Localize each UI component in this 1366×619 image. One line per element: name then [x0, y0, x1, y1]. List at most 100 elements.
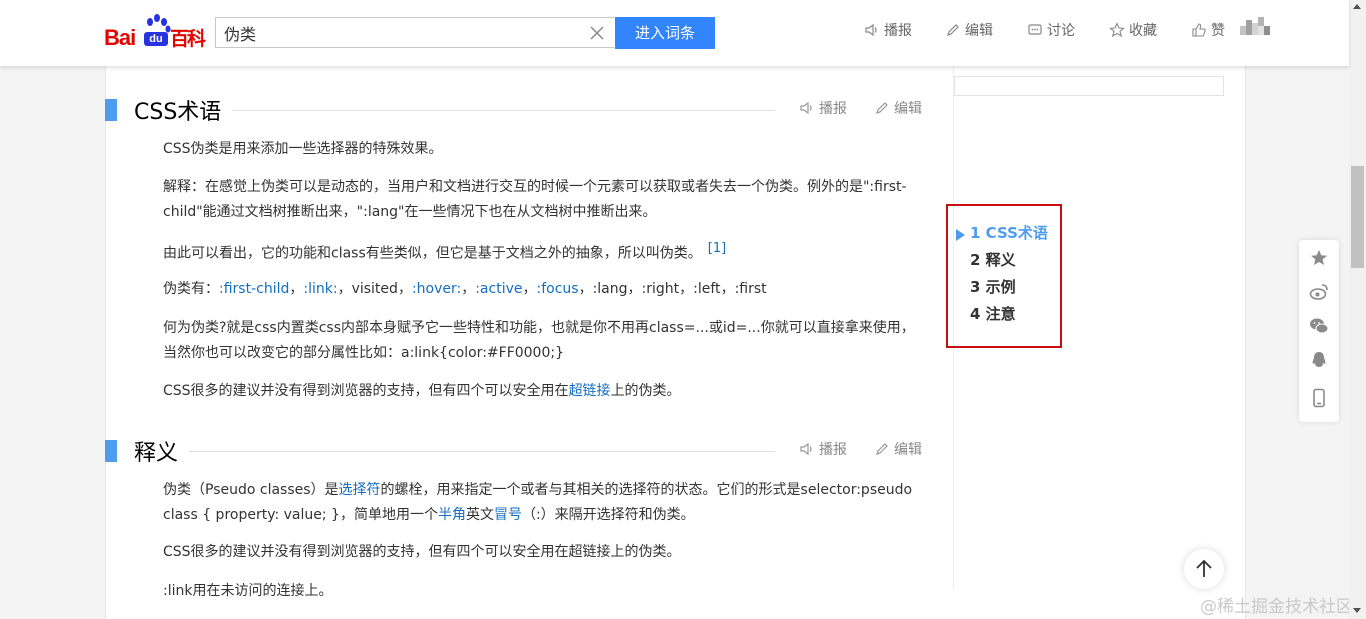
paragraph-text: :link用在未访问的连接上。 — [163, 583, 333, 599]
paragraph: CSS伪类是用来添加一些选择器的特殊效果。 — [135, 137, 925, 162]
paragraph: CSS很多的建议并没有得到浏览器的支持，但有四个可以安全用在超链接上的伪类。 — [135, 379, 925, 404]
paragraph-text: CSS很多的建议并没有得到浏览器的支持，但有四个可以安全用在超链接上的伪类。 — [163, 544, 681, 560]
pseudo-text: visited — [351, 281, 398, 297]
top-bar: Bai du 百科 进入词条 播报 编辑 讨论 收藏 赞 — [0, 0, 1349, 66]
heading-accent-bar — [105, 99, 117, 121]
section-broadcast-button[interactable]: 播报 — [799, 439, 847, 459]
section-heading-css-term: CSS术语 播报 编辑 — [105, 97, 925, 125]
toc-item-example[interactable]: 3 示例 — [970, 276, 1016, 297]
discuss-tool[interactable]: 讨论 — [1027, 19, 1075, 41]
hyperlink-link[interactable]: 超链接 — [569, 383, 611, 399]
wechat-icon[interactable] — [1309, 316, 1329, 336]
pseudo-link[interactable]: :link: — [303, 281, 337, 297]
paragraph-text: 由此可以看出，它的功能和class有些类似，但它是基于文档之外的抽象，所以叫伪类… — [163, 245, 702, 262]
section-broadcast-label: 播报 — [819, 442, 847, 458]
like-label: 赞 — [1211, 23, 1225, 39]
section-title: CSS术语 — [134, 100, 222, 125]
paragraph-text: 英文 — [465, 507, 494, 523]
broadcast-tool[interactable]: 播报 — [864, 19, 912, 41]
favorite-tool[interactable]: 收藏 — [1109, 19, 1157, 41]
selector-link[interactable]: 选择符 — [339, 482, 381, 498]
enter-entry-button[interactable]: 进入词条 — [615, 17, 715, 49]
edit-tool[interactable]: 编辑 — [945, 19, 993, 41]
paragraph: 伪类（Pseudo classes）是选择符的螺栓，用来指定一个或者与其相关的选… — [135, 478, 925, 528]
speaker-icon — [865, 23, 877, 37]
chat-icon — [1028, 24, 1042, 35]
paragraph: 由此可以看出，它的功能和class有些类似，但它是基于文档之外的抽象，所以叫伪类… — [135, 236, 925, 267]
paragraph: :link用在未访问的连接上。 — [135, 579, 925, 604]
discuss-label: 讨论 — [1047, 23, 1075, 39]
clear-icon[interactable] — [588, 24, 606, 42]
paragraph-text: CSS很多的建议并没有得到浏览器的支持，但有四个可以安全用在 — [163, 383, 569, 399]
pencil-icon — [876, 102, 888, 114]
paragraph: 伪类有：:first-child，:link:，visited，:hover:，… — [163, 281, 767, 297]
reference-link[interactable]: [1] — [708, 241, 726, 256]
heading-divider — [232, 110, 775, 111]
pencil-icon — [876, 443, 888, 455]
section-broadcast-label: 播报 — [819, 101, 847, 117]
baidu-baike-logo[interactable]: Bai du 百科 — [104, 14, 206, 50]
toc-item-definition[interactable]: 2 释义 — [970, 249, 1016, 270]
section-edit-button[interactable]: 编辑 — [874, 439, 922, 459]
paragraph-text: 何为伪类?就是css内置类css内部本身赋予它一些特性和功能，也就是你不用再cl… — [163, 320, 915, 361]
arrow-up-icon — [1196, 559, 1212, 577]
section-broadcast-button[interactable]: 播报 — [799, 98, 847, 118]
pseudo-text: :left — [693, 281, 721, 297]
user-avatar[interactable] — [1240, 17, 1276, 35]
half-width-link[interactable]: 半角 — [438, 507, 466, 523]
paragraph-text: （:）来隔开选择符和伪类。 — [521, 507, 695, 523]
logo-text-bai: Bai — [104, 25, 136, 50]
heading-divider — [189, 451, 775, 452]
section-edit-label: 编辑 — [894, 442, 922, 458]
like-tool[interactable]: 赞 — [1191, 19, 1225, 41]
paragraph-text: 解释：在感觉上伪类可以是动态的，当用户和文档进行交互的时候一个元素可以获取或者失… — [163, 179, 907, 220]
pseudo-link[interactable]: :active — [475, 281, 522, 297]
scroll-up-icon[interactable] — [1353, 4, 1361, 9]
broadcast-label: 播报 — [884, 23, 912, 39]
search-box — [215, 17, 614, 48]
pseudo-text: :lang — [592, 281, 628, 297]
logo-text-baike: 百科 — [170, 28, 206, 50]
star-icon — [1109, 22, 1125, 38]
paragraph: 何为伪类?就是css内置类css内部本身赋予它一些特性和功能，也就是你不用再cl… — [135, 316, 925, 366]
favorite-label: 收藏 — [1129, 23, 1157, 39]
speaker-icon — [800, 101, 812, 115]
qq-icon[interactable] — [1309, 350, 1329, 370]
star-icon[interactable] — [1309, 248, 1329, 268]
scrollbar-thumb[interactable] — [1351, 166, 1364, 268]
section-heading-definition: 释义 播报 编辑 — [105, 438, 925, 466]
pseudo-link[interactable]: :first-child — [219, 281, 289, 297]
back-to-top-button[interactable] — [1184, 549, 1224, 589]
pseudo-link[interactable]: :focus — [537, 281, 579, 297]
toc-item-css-term[interactable]: 1 CSS术语 — [970, 222, 1048, 243]
edit-label: 编辑 — [965, 23, 993, 39]
section-title: 释义 — [134, 441, 179, 466]
share-sidebar — [1299, 240, 1339, 422]
thumbs-up-icon — [1192, 23, 1206, 37]
pseudo-link[interactable]: :hover: — [412, 281, 461, 297]
paragraph-text: 伪类（Pseudo classes）是 — [163, 482, 339, 498]
sidebar-box — [954, 76, 1224, 96]
toc-item-notes[interactable]: 4 注意 — [970, 303, 1016, 324]
section-edit-label: 编辑 — [894, 101, 922, 117]
speaker-icon — [800, 442, 812, 456]
colon-link[interactable]: 冒号 — [494, 507, 522, 523]
watermark: @稀土掘金技术社区 — [1200, 597, 1353, 617]
scroll-down-icon[interactable] — [1353, 608, 1361, 613]
pseudo-text: :right — [641, 281, 680, 297]
table-of-contents: 1 CSS术语 2 释义 3 示例 4 注意 — [946, 204, 1062, 348]
paragraph-text: CSS伪类是用来添加一些选择器的特殊效果。 — [163, 141, 443, 157]
pencil-icon — [947, 24, 959, 36]
scrollbar[interactable] — [1349, 0, 1366, 619]
logo-text-du: du — [144, 32, 168, 46]
weibo-icon[interactable] — [1309, 282, 1329, 302]
active-arrow-icon — [956, 229, 965, 241]
heading-accent-bar — [105, 440, 117, 462]
paragraph: 解释：在感觉上伪类可以是动态的，当用户和文档进行交互的时候一个元素可以获取或者失… — [135, 175, 925, 225]
pseudo-text: :first — [734, 281, 767, 297]
section-edit-button[interactable]: 编辑 — [874, 98, 922, 118]
search-input[interactable] — [216, 18, 584, 47]
paragraph: CSS很多的建议并没有得到浏览器的支持，但有四个可以安全用在超链接上的伪类。 — [135, 540, 925, 565]
mobile-icon[interactable] — [1309, 388, 1329, 408]
paragraph-text: 上的伪类。 — [610, 383, 681, 399]
